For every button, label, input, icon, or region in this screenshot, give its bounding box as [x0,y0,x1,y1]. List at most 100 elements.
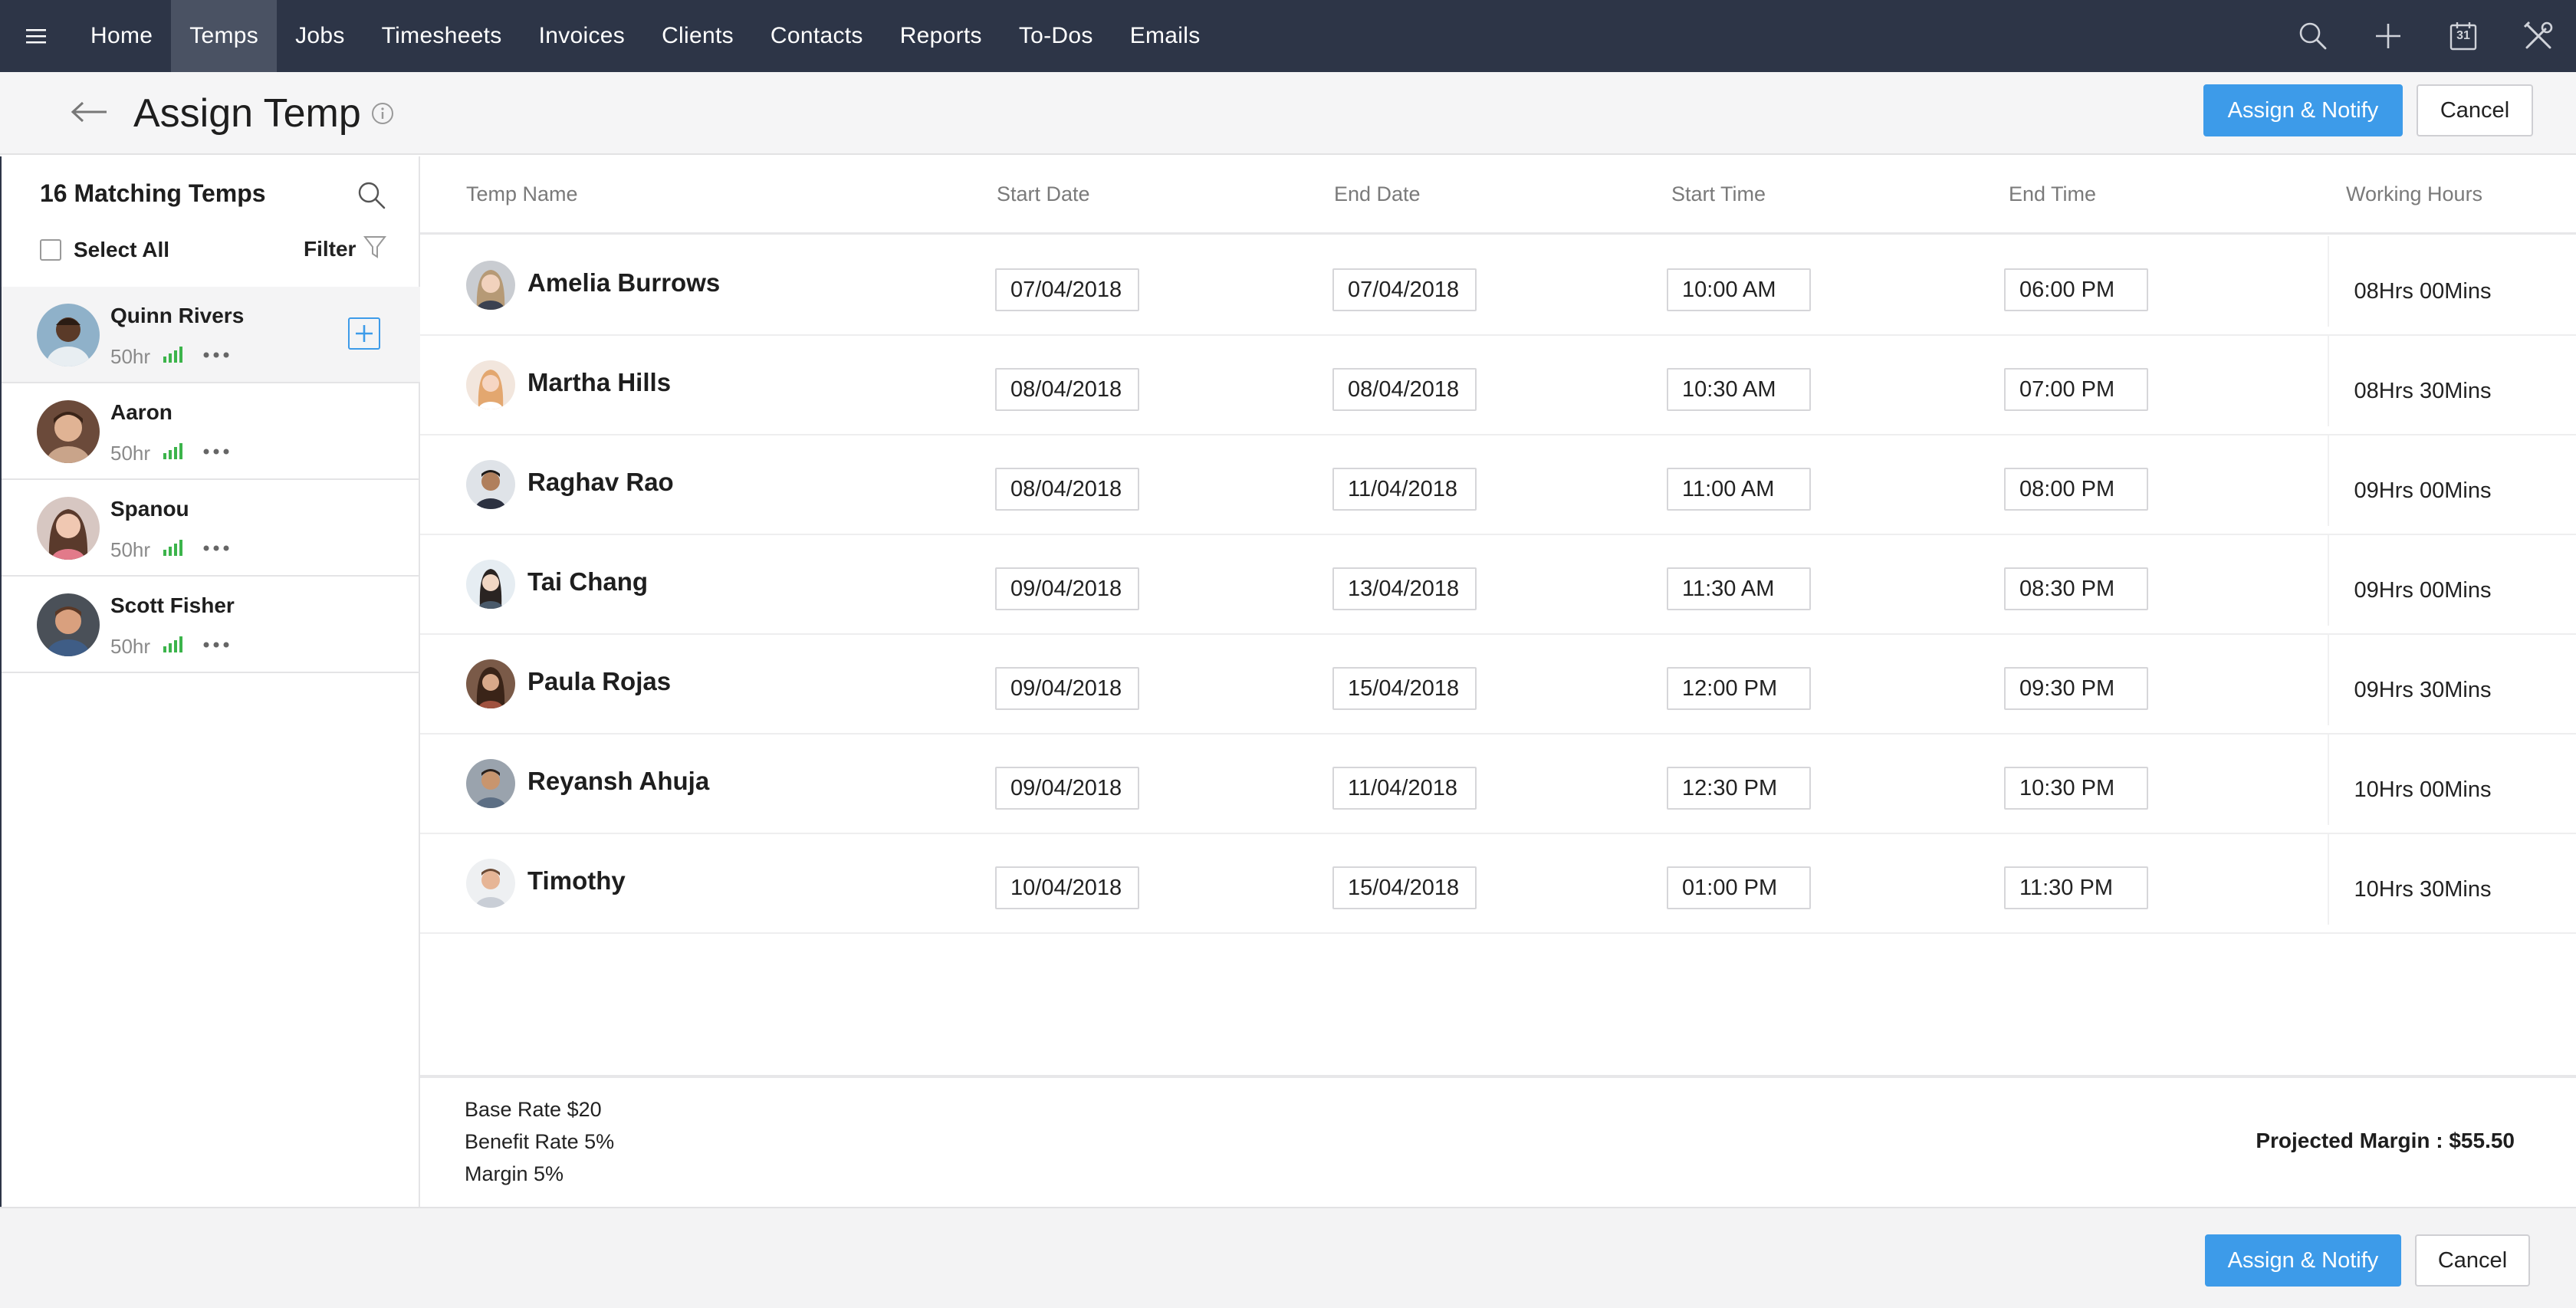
nav-tab-timesheets[interactable]: Timesheets [363,0,521,72]
list-item[interactable]: Aaron 50hr [2,383,420,480]
signal-icon [163,540,182,556]
nav-tab-contacts[interactable]: Contacts [752,0,882,72]
nav-tab-home[interactable]: Home [72,0,171,72]
end-date-input[interactable]: 15/04/2018 [1332,866,1477,909]
start-time-input[interactable]: 11:30 AM [1667,567,1811,610]
end-time-input[interactable]: 08:00 PM [2004,468,2148,511]
column-header-start-time[interactable]: Start Time [1671,182,1766,206]
start-time-input[interactable]: 10:30 AM [1667,368,1811,411]
start-time-input[interactable]: 11:00 AM [1667,468,1811,511]
avatar [466,759,515,808]
signal-icon [163,443,182,459]
start-date-input[interactable]: 09/04/2018 [995,667,1139,710]
more-options-icon[interactable] [202,544,230,552]
select-all-checkbox[interactable] [40,239,61,261]
cancel-button[interactable]: Cancel [2417,84,2533,136]
temp-list: Quinn Rivers 50hr Aaron 50hr Spanou 50hr [2,287,420,673]
assign-notify-button[interactable]: Assign & Notify [2203,84,2403,136]
end-time-input[interactable]: 07:00 PM [2004,368,2148,411]
start-time-input[interactable]: 10:00 AM [1667,268,1811,311]
nav-tab-todos[interactable]: To-Dos [1001,0,1112,72]
assign-notify-button[interactable]: Assign & Notify [2205,1234,2401,1287]
table-row: Martha Hills 08/04/2018 08/04/2018 10:30… [420,336,2576,435]
projected-margin: Projected Margin : $55.50 [2256,1129,2515,1152]
temp-name: Reyansh Ahuja [527,767,710,795]
end-date-input[interactable]: 11/04/2018 [1332,468,1477,511]
filter-button[interactable]: Filter [304,235,387,263]
table-row: Timothy 10/04/2018 15/04/2018 01:00 PM 1… [420,834,2576,934]
nav-tab-invoices[interactable]: Invoices [521,0,643,72]
end-time-input[interactable]: 11:30 PM [2004,866,2148,909]
column-header-temp-name[interactable]: Temp Name [466,182,578,206]
table-row: Amelia Burrows 07/04/2018 07/04/2018 10:… [420,236,2576,336]
end-time-input[interactable]: 10:30 PM [2004,767,2148,810]
back-arrow-icon[interactable] [67,94,110,130]
select-all[interactable]: Select All [40,238,169,262]
list-item[interactable]: Quinn Rivers 50hr [2,287,420,383]
select-all-label: Select All [74,238,170,261]
more-options-icon[interactable] [202,641,230,649]
end-date-input[interactable]: 11/04/2018 [1332,767,1477,810]
rates-summary: Base Rate $20 Benefit Rate 5% Margin 5% … [420,1075,2576,1207]
table-header: Temp Name Start Date End Date Start Time… [420,156,2576,235]
temp-name: Raghav Rao [527,468,674,496]
base-rate: Base Rate $20 [465,1098,602,1121]
working-hours: 08Hrs 30Mins [2354,379,2492,403]
list-item[interactable]: Scott Fisher 50hr [2,577,420,673]
nav-tab-clients[interactable]: Clients [643,0,752,72]
column-header-start-date[interactable]: Start Date [997,182,1090,206]
search-icon[interactable] [356,179,388,212]
start-date-input[interactable]: 07/04/2018 [995,268,1139,311]
start-date-input[interactable]: 08/04/2018 [995,468,1139,511]
nav-tab-jobs[interactable]: Jobs [277,0,363,72]
end-time-input[interactable]: 08:30 PM [2004,567,2148,610]
nav-tab-emails[interactable]: Emails [1112,0,1219,72]
end-date-input[interactable]: 07/04/2018 [1332,268,1477,311]
end-date-input[interactable]: 13/04/2018 [1332,567,1477,610]
benefit-rate: Benefit Rate 5% [465,1130,615,1153]
temp-hours: 50hr [110,442,151,465]
start-time-input[interactable]: 12:00 PM [1667,667,1811,710]
nav-tab-temps[interactable]: Temps [171,0,278,72]
avatar [466,460,515,509]
add-temp-button[interactable] [348,317,380,350]
info-icon[interactable] [370,101,395,126]
table-row: Tai Chang 09/04/2018 13/04/2018 11:30 AM… [420,535,2576,635]
start-date-input[interactable]: 09/04/2018 [995,767,1139,810]
start-date-input[interactable]: 09/04/2018 [995,567,1139,610]
start-date-input[interactable]: 10/04/2018 [995,866,1139,909]
more-options-icon[interactable] [202,448,230,455]
start-date-input[interactable]: 08/04/2018 [995,368,1139,411]
start-time-input[interactable]: 01:00 PM [1667,866,1811,909]
search-icon[interactable] [2275,0,2351,72]
working-hours: 09Hrs 00Mins [2354,578,2492,603]
nav-tab-reports[interactable]: Reports [882,0,1001,72]
end-time-input[interactable]: 09:30 PM [2004,667,2148,710]
end-date-input[interactable]: 08/04/2018 [1332,368,1477,411]
calendar-icon[interactable]: 31 [2426,0,2501,72]
column-divider [2328,635,2329,725]
tools-icon[interactable] [2501,0,2576,72]
column-header-end-date[interactable]: End Date [1334,182,1421,206]
cancel-button[interactable]: Cancel [2415,1234,2530,1287]
signal-icon [163,636,182,652]
list-item[interactable]: Spanou 50hr [2,480,420,577]
avatar [466,560,515,609]
start-time-input[interactable]: 12:30 PM [1667,767,1811,810]
end-time-input[interactable]: 06:00 PM [2004,268,2148,311]
end-date-input[interactable]: 15/04/2018 [1332,667,1477,710]
temp-name: Martha Hills [527,368,672,396]
column-divider [2328,336,2329,426]
temp-hours: 50hr [110,345,151,368]
temp-name: Timothy [527,866,626,895]
column-header-end-time[interactable]: End Time [2009,182,2096,206]
working-hours: 09Hrs 00Mins [2354,478,2492,503]
more-options-icon[interactable] [202,351,230,359]
menu-icon[interactable] [0,0,72,72]
plus-icon[interactable] [2351,0,2426,72]
table-row: Paula Rojas 09/04/2018 15/04/2018 12:00 … [420,635,2576,735]
working-hours: 10Hrs 30Mins [2354,877,2492,902]
bottom-action-bar: Assign & Notify Cancel [0,1207,2576,1308]
filter-label: Filter [304,236,356,261]
column-header-working-hours[interactable]: Working Hours [2346,182,2482,206]
